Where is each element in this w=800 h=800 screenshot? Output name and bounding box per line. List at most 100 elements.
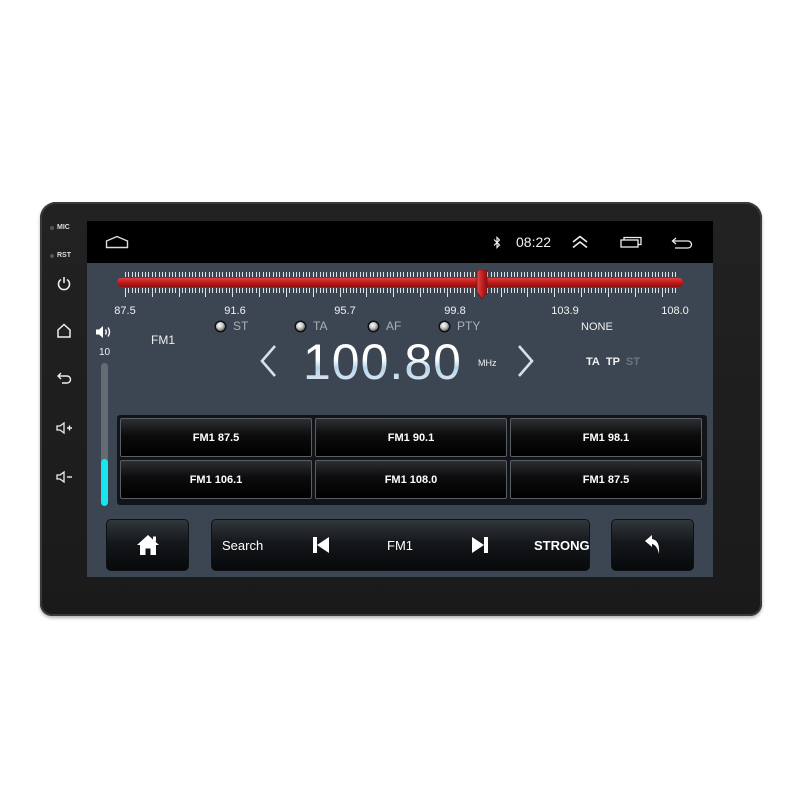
scale-tick (554, 272, 556, 277)
scale-tick (383, 288, 385, 293)
scale-tick (520, 272, 522, 277)
scale-tick (259, 288, 261, 297)
preset-button-4[interactable]: FM1 106.1 (120, 460, 312, 499)
scale-tick (242, 272, 244, 277)
seek-up-button[interactable] (513, 343, 537, 379)
scale-tick (453, 272, 455, 277)
scale-tick (353, 288, 355, 293)
scale-tick (467, 288, 469, 293)
reset-hole[interactable] (50, 253, 54, 258)
nav-back-button[interactable] (670, 221, 694, 263)
scale-tick (269, 272, 271, 277)
scale-tick (607, 288, 609, 297)
tuning-needle[interactable] (476, 270, 488, 300)
scale-tick (245, 272, 247, 277)
preset-button-5[interactable]: FM1 108.0 (315, 460, 507, 499)
scale-tick (342, 272, 344, 277)
scale-tick (654, 288, 656, 293)
scale-tick (540, 288, 542, 293)
preset-button-6[interactable]: FM1 87.5 (510, 460, 702, 499)
scale-tick (564, 272, 566, 277)
scale-tick (601, 272, 603, 277)
scale-tick (289, 288, 291, 293)
search-button[interactable]: Search (222, 538, 263, 553)
scale-tick (182, 288, 183, 293)
home-button[interactable] (106, 519, 189, 571)
scale-tick (171, 288, 173, 293)
scale-tick (158, 272, 160, 277)
volume-fill (101, 458, 108, 506)
rst-label[interactable]: RST (50, 252, 71, 259)
scale-tick (584, 288, 586, 293)
scale-tick (611, 272, 613, 277)
scale-tick (326, 288, 328, 293)
scale-tick (306, 288, 308, 293)
band-button[interactable]: FM1 (387, 538, 413, 553)
scale-tick (175, 272, 177, 277)
skip-next-icon[interactable] (471, 536, 489, 554)
scale-tick (473, 272, 475, 277)
scale-tick (205, 288, 207, 297)
scale-tick (145, 272, 147, 277)
scale-tick (420, 272, 422, 277)
seek-down-button[interactable] (257, 343, 281, 379)
scale-tick (617, 272, 619, 277)
scale-tick (316, 288, 318, 293)
scale-tick (457, 272, 458, 277)
scale-tick (507, 288, 509, 293)
skip-previous-icon[interactable] (312, 536, 330, 554)
scale-tick (658, 272, 660, 277)
indicator-af[interactable]: AF (369, 319, 401, 333)
scale-label: 108.0 (661, 305, 689, 317)
scale-tick (148, 288, 150, 293)
indicator-pty[interactable]: PTY (440, 319, 480, 333)
volume-slider[interactable] (101, 363, 108, 506)
scale-tick (530, 272, 532, 277)
scale-tick (467, 272, 469, 277)
led-icon (296, 321, 305, 331)
power-button[interactable] (40, 272, 88, 294)
scale-tick (567, 288, 569, 293)
side-volume-down-button[interactable] (40, 466, 88, 488)
scale-tick (265, 288, 267, 293)
scale-tick (235, 288, 237, 293)
recent-apps-icon (620, 236, 642, 248)
mic-label: MIC (50, 224, 70, 231)
scale-tick (158, 288, 160, 293)
scale-tick (617, 288, 619, 293)
scale-tick (671, 288, 673, 293)
scale-tick (155, 288, 157, 293)
scale-label: 103.9 (551, 305, 579, 317)
tuning-scale[interactable] (117, 270, 683, 300)
side-volume-up-button[interactable] (40, 417, 88, 439)
scale-tick (279, 288, 281, 293)
scale-tick (410, 288, 412, 293)
scale-tick (641, 272, 643, 277)
nav-home-button[interactable] (103, 221, 131, 263)
preset-button-2[interactable]: FM1 90.1 (315, 418, 507, 457)
signal-strength-label[interactable]: STRONG (534, 538, 590, 553)
scale-tick (564, 288, 566, 293)
preset-button-3[interactable]: FM1 98.1 (510, 418, 702, 457)
scale-tick (128, 272, 130, 277)
scale-tick (306, 272, 308, 277)
scale-tick (252, 272, 254, 277)
scale-tick (389, 288, 391, 293)
side-home-button[interactable] (40, 319, 88, 341)
preset-button-1[interactable]: FM1 87.5 (120, 418, 312, 457)
recent-apps-button[interactable] (619, 221, 643, 263)
scale-tick (446, 288, 448, 297)
scale-tick (322, 272, 324, 277)
scale-tick (638, 272, 640, 277)
volume-down-icon (56, 470, 72, 484)
indicator-st[interactable]: ST (216, 319, 248, 333)
expand-button[interactable] (569, 221, 591, 263)
scale-tick (436, 288, 438, 293)
return-button[interactable] (611, 519, 694, 571)
scale-tick (560, 272, 562, 277)
indicator-ta[interactable]: TA (296, 319, 327, 333)
scale-tick (628, 272, 630, 277)
side-back-button[interactable] (40, 367, 88, 389)
scale-tick (503, 288, 505, 293)
scale-tick (534, 272, 536, 277)
